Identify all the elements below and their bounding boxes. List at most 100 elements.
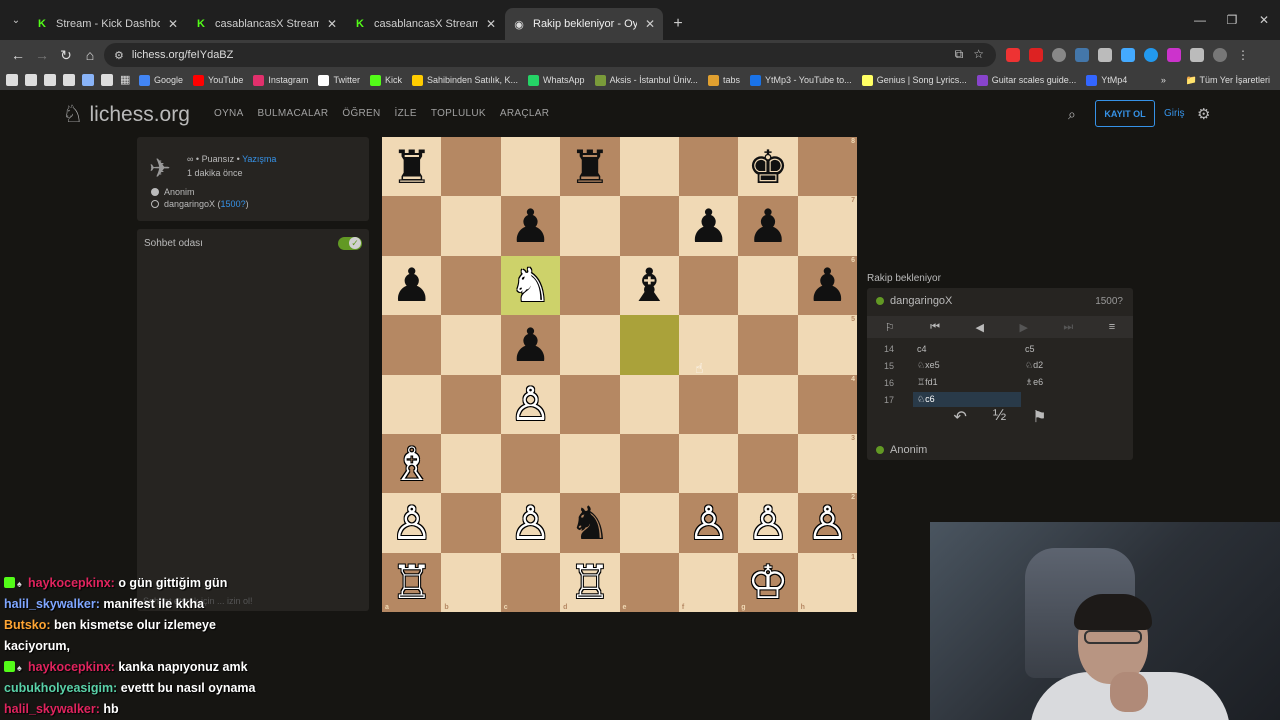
chat-toggle[interactable] (338, 237, 362, 250)
address-bar[interactable]: ⚙ lichess.org/feIYdaBZ ⧉ ☆ (104, 43, 996, 67)
nav-item[interactable]: TOPLULUK (431, 108, 486, 119)
chess-piece-c6[interactable]: ♞ (510, 262, 551, 308)
square-a5[interactable] (382, 315, 442, 375)
white-move[interactable]: ♘xe5 (913, 360, 1021, 371)
chess-piece-a8[interactable]: ♜ (391, 144, 432, 190)
browser-tab[interactable]: KcasablancasX Stream - Watch L ✕ (187, 8, 345, 40)
square-c5[interactable]: ♟ (500, 315, 561, 375)
bookmark-folder-icon[interactable] (6, 74, 18, 86)
square-h7[interactable]: 7 (797, 196, 857, 256)
black-move[interactable]: ♘d2 (1021, 360, 1121, 371)
bookmark-item[interactable]: Twitter (318, 74, 360, 86)
signin-link[interactable]: Giriş (1164, 108, 1185, 119)
square-c7[interactable]: ♟ (500, 196, 561, 256)
square-g1[interactable]: ♔ g (738, 552, 798, 612)
square-c4[interactable]: ♙ (500, 374, 561, 434)
chess-piece-d8[interactable]: ♜ (569, 144, 610, 190)
square-f6[interactable] (678, 255, 739, 316)
square-b3[interactable] (441, 433, 501, 494)
resign-flag-icon[interactable]: ⚑ (1032, 407, 1046, 427)
bookmark-folder-icon[interactable] (44, 74, 56, 86)
square-e6[interactable]: ♝ (619, 255, 679, 316)
square-g8[interactable]: ♚ (738, 137, 798, 197)
extension-icon[interactable] (1075, 48, 1089, 62)
square-g5[interactable] (738, 315, 798, 375)
chess-piece-c4[interactable]: ♙ (510, 381, 551, 427)
browser-tab[interactable]: KcasablancasX Stream - Watch L ✕ (346, 8, 504, 40)
home-icon[interactable]: ⌂ (78, 43, 102, 67)
bookmark-item[interactable]: YtMp3 - YouTube to... (749, 74, 852, 86)
chess-piece-a3[interactable]: ♗ (391, 441, 432, 487)
apps-grid-icon[interactable]: ▦ (120, 74, 132, 86)
all-bookmarks-link[interactable]: 📁 Tüm Yer İşaretleri (1186, 75, 1270, 86)
square-c6[interactable]: ♞ (500, 255, 561, 316)
nav-item[interactable]: BULMACALAR (258, 108, 329, 119)
bookmark-folder-icon[interactable] (82, 74, 94, 86)
nav-item[interactable]: OYNA (214, 108, 244, 119)
nav-item[interactable]: ÖĞREN (342, 108, 380, 119)
back-icon[interactable]: ← (6, 43, 30, 67)
new-tab-button[interactable]: + (664, 8, 692, 40)
square-a2[interactable]: ♙ (382, 493, 442, 553)
chess-piece-g8[interactable]: ♚ (747, 144, 788, 190)
search-icon[interactable]: ⌕ (1068, 106, 1076, 123)
square-h1[interactable]: 1h (797, 552, 857, 612)
square-e7[interactable] (619, 196, 679, 256)
chess-piece-c5[interactable]: ♟ (510, 322, 551, 368)
square-d8[interactable]: ♜ (560, 137, 620, 197)
browser-tab[interactable]: K Stream - Kick Dashboard ✕ (28, 8, 186, 40)
chess-piece-g7[interactable]: ♟ (747, 203, 788, 249)
close-tab-icon[interactable]: ✕ (327, 17, 337, 31)
chess-piece-h6[interactable]: ♟ (807, 262, 848, 308)
first-move-icon[interactable]: ⏮ (930, 321, 940, 334)
extension-icon[interactable] (1144, 48, 1158, 62)
bookmark-item[interactable]: Genius | Song Lyrics... (861, 74, 967, 86)
chess-piece-f2[interactable]: ♙ (688, 500, 729, 546)
takeback-icon[interactable]: ↶ (953, 407, 966, 427)
square-b5[interactable] (441, 315, 501, 375)
square-g3[interactable] (738, 433, 798, 494)
square-e3[interactable] (619, 433, 679, 494)
chess-piece-e6[interactable]: ♝ (629, 262, 670, 308)
chess-piece-h2[interactable]: ♙ (807, 500, 848, 546)
white-move[interactable]: ♖fd1 (913, 377, 1021, 388)
chess-piece-d1[interactable]: ♖ (569, 559, 610, 605)
square-f1[interactable]: f (678, 552, 739, 612)
chess-piece-a2[interactable]: ♙ (391, 500, 432, 546)
white-move[interactable]: ♘c6 (913, 392, 1021, 407)
minimize-icon[interactable]: — (1184, 0, 1216, 40)
chess-piece-c7[interactable]: ♟ (510, 203, 551, 249)
square-d3[interactable] (560, 433, 620, 494)
game-mode-link[interactable]: Yazışma (242, 154, 276, 164)
extensions-puzzle-icon[interactable] (1190, 48, 1204, 62)
square-f5[interactable] (678, 315, 739, 375)
extension-icon[interactable] (1167, 48, 1181, 62)
extension-icon[interactable] (1006, 48, 1020, 62)
bookmark-item[interactable]: Instagram (253, 74, 308, 86)
square-d5[interactable] (560, 315, 620, 375)
bookmark-item[interactable]: WhatsApp (528, 74, 585, 86)
gear-icon[interactable]: ⚙ (1197, 105, 1210, 123)
square-b2[interactable] (441, 493, 501, 553)
square-h3[interactable]: 3 (797, 433, 857, 494)
square-h2[interactable]: ♙ 2 (797, 493, 857, 553)
analysis-icon[interactable]: ⚐ (885, 321, 895, 334)
square-f3[interactable] (678, 433, 739, 494)
square-c2[interactable]: ♙ (500, 493, 561, 553)
bookmark-item[interactable]: YouTube (193, 74, 243, 86)
square-d7[interactable] (560, 196, 620, 256)
bookmark-item[interactable]: tabs (707, 74, 740, 86)
black-move[interactable]: ♗e6 (1021, 377, 1121, 388)
square-h8[interactable]: 8 (797, 137, 857, 197)
browser-tab[interactable]: ◉ Rakip bekleniyor - Oyna danga ✕ (505, 8, 663, 40)
square-e1[interactable]: e (619, 552, 679, 612)
bookmark-item[interactable]: Guitar scales guide... (976, 74, 1076, 86)
square-c3[interactable] (500, 433, 561, 494)
square-b8[interactable] (441, 137, 501, 197)
square-d6[interactable] (560, 255, 620, 316)
chess-board[interactable]: ♜ ♜ ♚ 8 ♟ ♟ ♟ 7 ♟ ♞ ♝ ♟ 6 ♟ 5 ♙ 4 ♗ 3 ♙ ♙ ♞ ♙ ♙ ♙ 2 ♖ a b c ♖ d e f ♔ g 1 h (382, 137, 857, 612)
last-move-icon[interactable]: ⏭ (1063, 321, 1073, 334)
square-e8[interactable] (619, 137, 679, 197)
square-e5[interactable] (619, 315, 679, 375)
bookmark-star-icon[interactable]: ☆ (973, 47, 984, 62)
